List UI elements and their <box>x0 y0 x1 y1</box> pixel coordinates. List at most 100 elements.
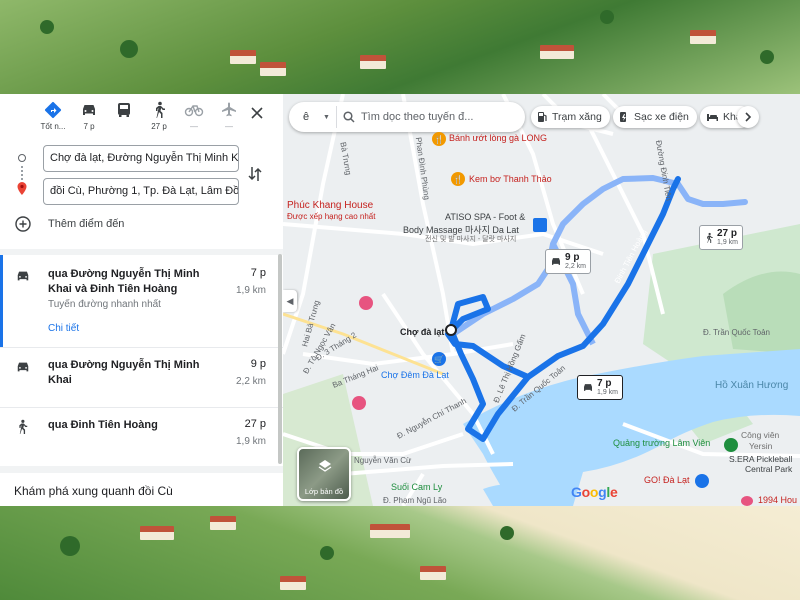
selected-route-accent <box>0 255 3 347</box>
add-destination-label: Thêm điểm đến <box>48 218 125 230</box>
best-route-icon <box>44 101 62 119</box>
dropdown-caret-icon[interactable]: ▼ <box>323 114 330 121</box>
poi-cho-dem[interactable]: Chợ Đêm Đà Lạt <box>381 370 449 380</box>
origin-input[interactable]: Chợ đà lạt, Đường Nguyễn Thị Minh Khai, <box>43 145 239 172</box>
bicycle-icon <box>184 105 204 117</box>
collapse-panel-button[interactable]: ◀ <box>283 290 297 312</box>
street-label: Đ. Phạm Ngũ Lão <box>383 496 447 505</box>
route-option-2[interactable]: qua Đường Nguyễn Thị Minh Khai 9 p 2,2 k… <box>0 348 280 406</box>
poi-phuc-khang-rating: Được xếp hạng cao nhất <box>287 212 376 221</box>
panel-scrollbar[interactable] <box>278 254 282 464</box>
route-box-primary-car[interactable]: 7 p 1,9 km <box>577 375 624 400</box>
market-pin-icon[interactable]: 🛒 <box>432 352 446 366</box>
poi-suoi-cam-ly[interactable]: Suối Cam Ly <box>391 482 442 492</box>
close-directions-button[interactable] <box>247 103 267 123</box>
hotel-pin-icon[interactable] <box>352 396 366 410</box>
swap-route-button[interactable] <box>248 165 262 188</box>
illustration-background-bottom <box>0 506 800 600</box>
poi-kem-bo[interactable]: Kem bơ Thanh Thảo <box>469 174 552 184</box>
route-box-distance: 1,9 km <box>597 389 619 396</box>
route-title: qua Đinh Tiên Hoàng <box>48 419 158 431</box>
mode-car-label: 7 p <box>83 122 95 131</box>
gas-station-icon <box>538 112 547 122</box>
explore-nearby-section[interactable]: Khám phá xung quanh đồi Cù <box>0 466 283 506</box>
route-subtitle: Tuyến đường nhanh nhất <box>48 299 161 310</box>
route-box-distance: 2,2 km <box>565 263 587 270</box>
poi-yersin: Yersin <box>749 441 773 451</box>
add-destination-button[interactable]: Thêm điểm đến <box>15 216 124 232</box>
route-box-distance: 1,9 km <box>717 239 739 246</box>
bus-icon <box>118 103 130 117</box>
destination-pin-icon <box>17 182 27 195</box>
hotel-pin-icon[interactable] <box>359 296 373 310</box>
park-pin-icon[interactable] <box>724 438 738 452</box>
map-layers-button[interactable]: Lớp bản đồ <box>297 447 351 501</box>
mode-car[interactable]: 7 p <box>74 100 104 131</box>
poi-cong-vien[interactable]: Công viên <box>741 430 779 440</box>
poi-atiso-line1[interactable]: ATISO SPA - Foot & <box>445 212 525 222</box>
route-time: 27 p <box>244 418 266 430</box>
directions-panel: Tốt n... 7 p 27 p — — Chợ đà lạt, Đường … <box>0 94 283 506</box>
car-icon <box>83 105 95 115</box>
close-icon <box>251 107 263 119</box>
language-toggle[interactable]: ê <box>295 111 317 123</box>
poi-quang-truong[interactable]: Quảng trường Lâm Viên <box>613 438 710 448</box>
street-label: Đ. Trần Quốc Toản <box>703 328 770 337</box>
poi-sera[interactable]: S.ERA Pickleball <box>729 454 792 464</box>
destination-input[interactable]: đồi Cù, Phường 1, Tp. Đà Lạt, Lâm Đồng, <box>43 178 239 205</box>
lake-label: Hồ Xuân Hương <box>715 380 789 391</box>
poi-central-park: Central Park <box>745 464 793 474</box>
chip-gas-station[interactable]: Trạm xăng <box>531 106 610 128</box>
route-distance: 2,2 km <box>235 376 266 387</box>
map-view[interactable]: ◀ ê ▼ Trạm xăng Sạc xe điện Khá 🍴 Bánh ư… <box>283 94 800 506</box>
route-search-input[interactable] <box>360 111 511 123</box>
origin-dot-icon <box>18 154 26 162</box>
walk-icon <box>156 101 165 118</box>
spa-pin-icon[interactable] <box>533 218 547 232</box>
travel-mode-bar: Tốt n... 7 p 27 p — — <box>0 94 283 140</box>
poi-1994-houses[interactable]: 1994 Hou <box>758 495 797 505</box>
mode-flight-label: — <box>225 122 233 131</box>
route-box-walk[interactable]: 27 p 1,9 km <box>699 225 744 250</box>
chevron-right-icon <box>745 112 752 122</box>
route-box-time: 7 p <box>597 378 612 389</box>
route-search-box[interactable]: ê ▼ <box>289 102 525 132</box>
route-box-alt-car[interactable]: 9 p 2,2 km <box>545 249 592 274</box>
search-icon <box>343 111 355 123</box>
hotel-icon <box>707 114 718 121</box>
car-icon <box>17 362 29 372</box>
divider <box>335 106 337 128</box>
origin-label[interactable]: Chợ đà lạt <box>400 327 444 337</box>
mode-best[interactable]: Tốt n... <box>38 100 68 131</box>
dessert-pin-icon[interactable]: 🍴 <box>451 172 465 186</box>
route-time: 7 p <box>250 267 266 279</box>
illustration-background-top <box>0 0 800 94</box>
explore-nearby-label: Khám phá xung quanh đồi Cù <box>14 484 173 498</box>
google-logo: Google <box>571 484 618 500</box>
hotel-pin-icon[interactable] <box>741 496 753 506</box>
mode-walk[interactable]: 27 p <box>144 100 174 131</box>
route-time: 9 p <box>250 358 266 370</box>
route-option-3[interactable]: qua Đinh Tiên Hoàng 27 p 1,9 km <box>0 408 280 464</box>
route-details-link[interactable]: Chi tiết <box>48 323 79 334</box>
route-option-1[interactable]: qua Đường Nguyễn Thị Minh Khai và Đinh T… <box>0 255 280 347</box>
poi-go-da-lat[interactable]: GO! Đà Lạt <box>644 475 690 485</box>
route-distance: 1,9 km <box>235 285 266 296</box>
mode-bike[interactable]: — <box>179 100 209 131</box>
mode-best-label: Tốt n... <box>40 122 66 131</box>
plane-icon <box>222 102 236 117</box>
street-label: Nguyễn Văn Cừ <box>354 456 412 465</box>
poi-banh-uot[interactable]: Bánh ướt lòng gà LONG <box>449 133 547 143</box>
restaurant-pin-icon[interactable]: 🍴 <box>432 132 446 146</box>
chip-ev-charging[interactable]: Sạc xe điện <box>613 106 697 128</box>
mode-flight[interactable]: — <box>214 100 244 131</box>
route-dots-divider <box>21 166 23 180</box>
poi-phuc-khang[interactable]: Phúc Khang House <box>287 200 373 211</box>
map-layers-label: Lớp bản đồ <box>304 487 344 496</box>
mode-bus[interactable] <box>109 100 139 122</box>
ev-charging-icon <box>620 112 626 122</box>
layers-icon <box>318 460 332 472</box>
poi-atiso-line3: 전신 및 발 마사지 - 달랏 마사지 <box>425 236 517 243</box>
shopping-pin-icon[interactable] <box>695 474 709 488</box>
chips-scroll-next-button[interactable] <box>737 106 759 128</box>
